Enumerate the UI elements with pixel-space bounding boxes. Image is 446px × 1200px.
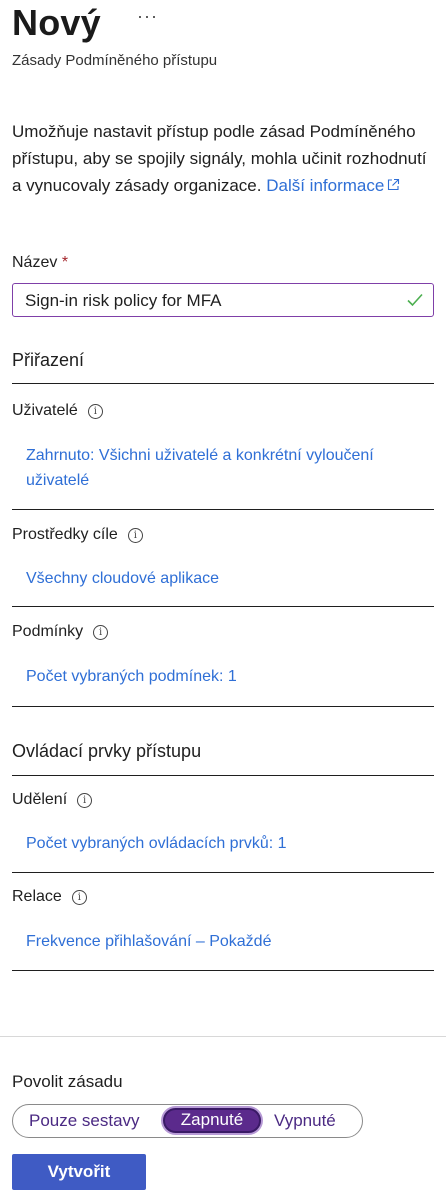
more-options-button[interactable]: ···: [137, 6, 158, 27]
users-label: Uživatelé i: [12, 402, 103, 420]
target-resources-label: Prostředky cíle i: [12, 526, 143, 544]
required-asterisk: *: [61, 254, 69, 271]
grant-label: Udělení i: [12, 791, 93, 809]
conditions-link[interactable]: Počet vybraných podmínek: 1: [26, 664, 416, 689]
target-resources-divider: [12, 606, 434, 607]
policy-description: Umožňuje nastavit přístup podle zásad Po…: [12, 118, 432, 199]
footer-divider: [0, 1036, 446, 1037]
conditions-label-text: Podmínky: [12, 623, 84, 640]
policy-name-value: Sign-in risk policy for MFA: [25, 291, 222, 310]
grant-link[interactable]: Počet vybraných ovládacích prvků: 1: [26, 831, 416, 856]
external-link-icon: [388, 178, 400, 191]
info-icon[interactable]: i: [127, 528, 143, 543]
access-controls-divider: [12, 775, 434, 776]
session-label-text: Relace: [12, 888, 62, 905]
session-label: Relace i: [12, 888, 87, 906]
name-field-label: Název *: [12, 254, 68, 272]
enable-policy-toggle: Pouze sestavy Zapnuté Vypnuté: [12, 1104, 363, 1138]
checkmark-icon: [407, 293, 423, 307]
session-divider: [12, 970, 434, 971]
info-icon[interactable]: i: [93, 625, 109, 640]
users-link[interactable]: Zahrnuto: Všichni uživatelé a konkrétní …: [26, 443, 416, 493]
grant-divider: [12, 872, 434, 873]
conditions-divider: [12, 706, 434, 707]
assignments-heading: Přiřazení: [12, 350, 85, 370]
info-icon[interactable]: i: [87, 404, 103, 419]
policy-name-input[interactable]: Sign-in risk policy for MFA: [12, 283, 434, 317]
option-report-only[interactable]: Pouze sestavy: [29, 1111, 140, 1131]
learn-more-label: Další informace: [266, 176, 385, 195]
target-resources-link[interactable]: Všechny cloudové aplikace: [26, 566, 416, 591]
learn-more-link[interactable]: Další informace: [266, 176, 400, 195]
info-icon[interactable]: i: [77, 793, 93, 808]
assignments-divider: [12, 383, 434, 384]
access-controls-heading: Ovládací prvky přístupu: [12, 741, 202, 761]
session-link[interactable]: Frekvence přihlašování – Pokaždé: [26, 929, 416, 954]
conditions-label: Podmínky i: [12, 623, 109, 641]
page-title: Nový: [12, 2, 101, 43]
page-subtitle: Zásady Podmíněného přístupu: [12, 52, 218, 69]
target-resources-label-text: Prostředky cíle: [12, 526, 118, 543]
enable-policy-label: Povolit zásadu: [12, 1072, 123, 1091]
users-label-text: Uživatelé: [12, 402, 78, 419]
info-icon[interactable]: i: [71, 890, 87, 905]
grant-label-text: Udělení: [12, 791, 68, 808]
create-button[interactable]: Vytvořit: [12, 1154, 146, 1190]
users-divider: [12, 509, 434, 510]
option-off[interactable]: Vypnuté: [274, 1111, 336, 1131]
name-label-text: Název: [12, 254, 58, 271]
option-on[interactable]: Zapnuté: [163, 1108, 261, 1133]
